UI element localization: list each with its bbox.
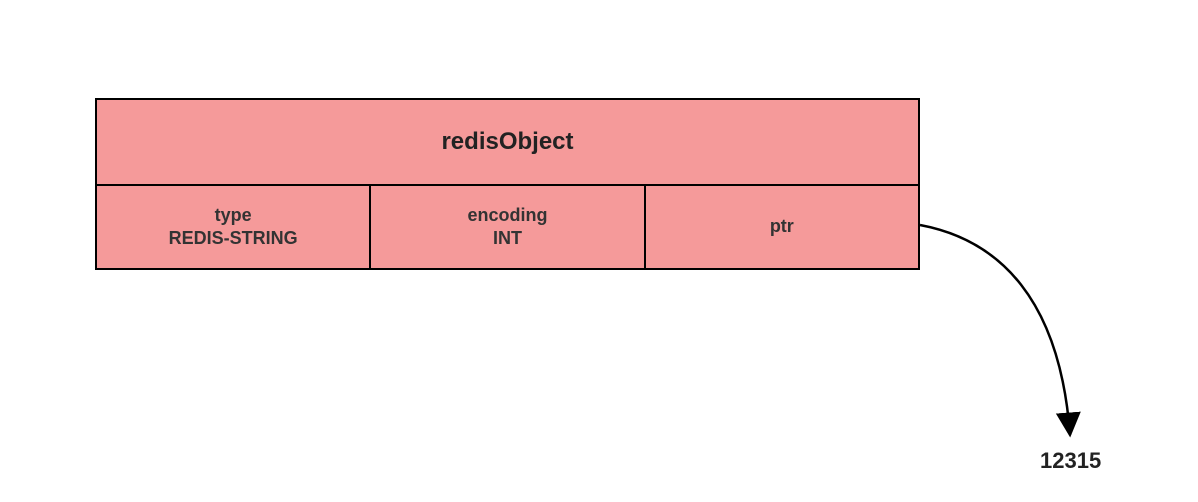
field-ptr: ptr <box>646 186 920 270</box>
field-type: type REDIS-STRING <box>95 186 371 270</box>
field-type-label: type <box>215 204 252 227</box>
field-encoding-value: INT <box>493 227 522 250</box>
field-encoding: encoding INT <box>371 186 645 270</box>
field-encoding-label: encoding <box>467 204 547 227</box>
field-ptr-label: ptr <box>770 215 794 238</box>
struct-fields-row: type REDIS-STRING encoding INT ptr <box>95 186 920 270</box>
struct-title: redisObject <box>95 98 920 186</box>
field-type-value: REDIS-STRING <box>169 227 298 250</box>
pointer-target-value: 12315 <box>1040 448 1101 474</box>
redis-object-struct: redisObject type REDIS-STRING encoding I… <box>95 98 920 270</box>
